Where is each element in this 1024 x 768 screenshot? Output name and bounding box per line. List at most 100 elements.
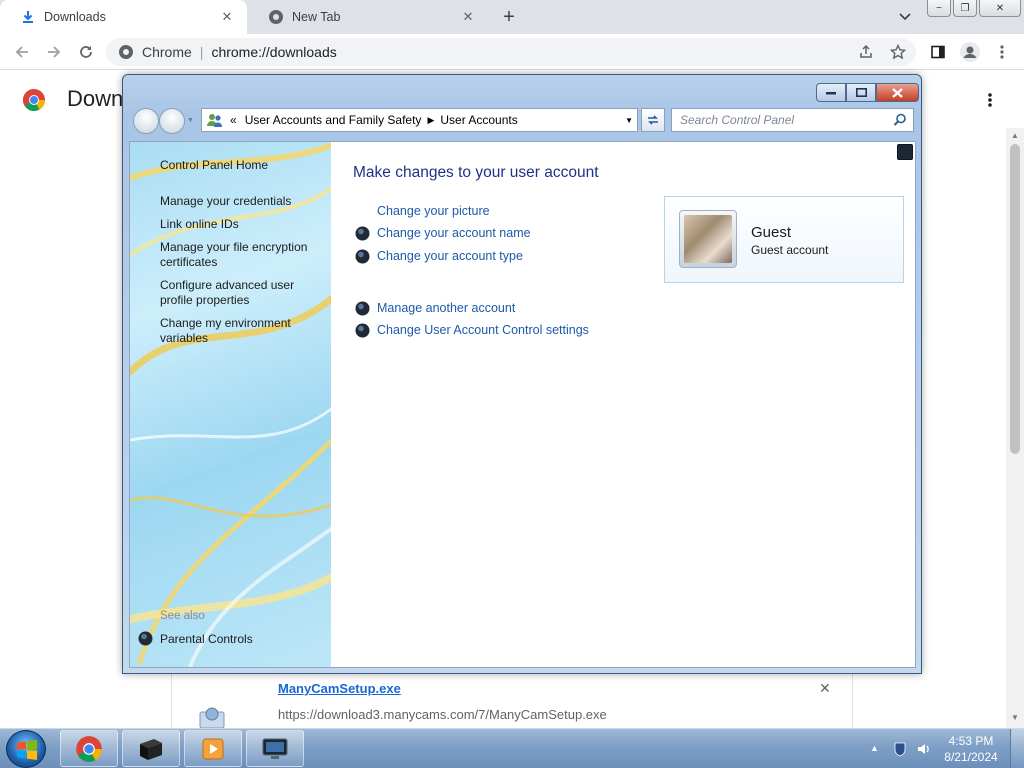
manage-encryption-certificates-link[interactable]: Manage your file encryption certificates: [160, 240, 320, 270]
close-tab-icon[interactable]: ✕: [219, 9, 235, 25]
reload-icon[interactable]: [74, 40, 98, 64]
cp-minimize-button[interactable]: [816, 83, 846, 102]
recent-pages-chevron-icon[interactable]: ▼: [187, 117, 194, 124]
address-overflow[interactable]: «: [230, 113, 237, 127]
start-button[interactable]: [6, 730, 46, 768]
volume-icon[interactable]: [916, 741, 932, 757]
close-window-button[interactable]: ✕: [979, 0, 1021, 17]
clock-time: 4:53 PM: [948, 734, 994, 748]
new-tab-button[interactable]: +: [496, 5, 522, 29]
breadcrumb-arrow-icon[interactable]: ▶: [427, 115, 434, 126]
scroll-down-arrow-icon[interactable]: ▼: [1011, 713, 1019, 722]
link-online-ids-link[interactable]: Link online IDs: [160, 217, 320, 232]
manage-another-account-link[interactable]: Manage another account: [355, 299, 515, 317]
cp-back-button[interactable]: [133, 108, 159, 134]
cp-task-pane: Control Panel Home Manage your credentia…: [130, 142, 331, 667]
site-name: Chrome: [142, 44, 192, 60]
forward-arrow-icon[interactable]: [42, 40, 66, 64]
task-label: Change your account type: [377, 249, 523, 263]
breadcrumb-user-accounts-family-safety[interactable]: User Accounts and Family Safety: [245, 113, 422, 127]
close-tab-icon[interactable]: ✕: [460, 9, 476, 25]
minimize-button[interactable]: −: [927, 0, 951, 17]
account-type: Guest account: [751, 243, 829, 257]
breadcrumb-user-accounts[interactable]: User Accounts: [440, 113, 517, 127]
restore-button[interactable]: ❐: [953, 0, 977, 17]
control-panel-window: ▼ « User Accounts and Family Safety ▶ Us…: [122, 74, 922, 674]
scroll-up-arrow-icon[interactable]: ▲: [1011, 131, 1019, 140]
download-icon: [20, 9, 36, 25]
parental-controls-link[interactable]: Parental Controls: [160, 632, 253, 647]
change-account-type-link[interactable]: Change your account type: [355, 247, 523, 265]
uac-shield-icon: [355, 301, 370, 315]
help-icon[interactable]: [897, 144, 913, 160]
share-icon[interactable]: [854, 40, 878, 64]
profile-avatar-icon[interactable]: [958, 40, 982, 64]
tab-downloads[interactable]: Downloads ✕: [0, 0, 247, 34]
change-picture-link[interactable]: Change your picture: [355, 202, 490, 220]
account-card: Guest Guest account: [664, 196, 904, 283]
chrome-tabstrip: Downloads ✕ New Tab ✕ + − ❐ ✕: [0, 0, 1024, 34]
show-desktop-button[interactable]: [1010, 729, 1024, 768]
taskbar-control-panel-button[interactable]: [246, 730, 304, 767]
side-panel-icon[interactable]: [926, 40, 950, 64]
taskbar-chrome-button[interactable]: [60, 730, 118, 767]
chrome-icon: [268, 9, 284, 25]
uac-shield-icon: [355, 323, 370, 337]
account-name: Guest: [751, 224, 792, 241]
uac-shield-icon: [355, 226, 370, 240]
clock-date: 8/21/2024: [944, 750, 998, 764]
task-label: Change your account name: [377, 226, 531, 240]
task-label: Change your picture: [377, 204, 490, 218]
scrollbar-thumb[interactable]: [1010, 144, 1020, 454]
show-hidden-icons-chevron[interactable]: ▲: [870, 743, 879, 753]
control-panel-home-link[interactable]: Control Panel Home: [160, 158, 268, 173]
address-dropdown-icon[interactable]: ▼: [625, 116, 633, 125]
taskbar-media-player-button[interactable]: [184, 730, 242, 767]
tab-title: New Tab: [292, 10, 341, 24]
change-account-name-link[interactable]: Change your account name: [355, 224, 531, 242]
chrome-icon: [76, 735, 102, 762]
page-title: Make changes to your user account: [353, 164, 599, 181]
cp-window-controls: [816, 83, 919, 102]
page-scrollbar[interactable]: ▲ ▼: [1006, 128, 1024, 728]
back-arrow-icon[interactable]: [10, 40, 34, 64]
url-text[interactable]: chrome://downloads: [211, 44, 336, 60]
cp-content: Control Panel Home Manage your credentia…: [129, 141, 916, 668]
cp-forward-button[interactable]: [159, 108, 185, 134]
configure-profile-properties-link[interactable]: Configure advanced user profile properti…: [160, 278, 320, 308]
black-box-app-icon: [140, 738, 162, 760]
tab-search-chevron-icon[interactable]: [894, 6, 916, 28]
see-also-heading: See also: [160, 610, 205, 622]
monitor-icon: [262, 738, 288, 759]
system-clock[interactable]: 4:53 PM 8/21/2024: [940, 733, 1002, 765]
bookmark-star-icon[interactable]: [886, 40, 910, 64]
download-file-link[interactable]: ManyCamSetup.exe: [278, 681, 401, 696]
windows-taskbar: ▲ 4:53 PM 8/21/2024: [0, 728, 1024, 768]
environment-variables-link[interactable]: Change my environment variables: [160, 316, 320, 346]
cp-main-pane: Make changes to your user account Change…: [331, 142, 915, 667]
chrome-menu-icon[interactable]: [990, 40, 1014, 64]
cp-refresh-icon[interactable]: [641, 108, 665, 132]
remove-download-icon[interactable]: ✕: [819, 680, 831, 697]
installer-file-icon: [199, 707, 225, 728]
tab-new-tab[interactable]: New Tab ✕: [248, 0, 488, 34]
cp-address-bar[interactable]: « User Accounts and Family Safety ▶ User…: [201, 108, 638, 132]
search-icon[interactable]: [893, 113, 907, 127]
chrome-icon: [118, 44, 134, 60]
omnibox-separator: |: [199, 44, 204, 60]
cp-close-button[interactable]: [876, 83, 919, 102]
downloads-menu-icon[interactable]: [980, 88, 1000, 112]
manage-credentials-link[interactable]: Manage your credentials: [160, 194, 320, 209]
cp-search-box[interactable]: [671, 108, 914, 132]
shield-icon: [138, 631, 153, 646]
media-player-icon: [202, 738, 224, 759]
action-center-flag-icon[interactable]: [892, 741, 908, 757]
windows-logo-icon: [17, 740, 37, 760]
avatar: [679, 210, 737, 268]
cp-maximize-button[interactable]: [846, 83, 876, 102]
taskbar-app-button[interactable]: [122, 730, 180, 767]
page-title: Down: [67, 86, 124, 111]
address-bar[interactable]: Chrome | chrome://downloads: [106, 38, 916, 66]
cp-search-input[interactable]: [680, 113, 885, 127]
uac-settings-link[interactable]: Change User Account Control settings: [355, 321, 589, 339]
